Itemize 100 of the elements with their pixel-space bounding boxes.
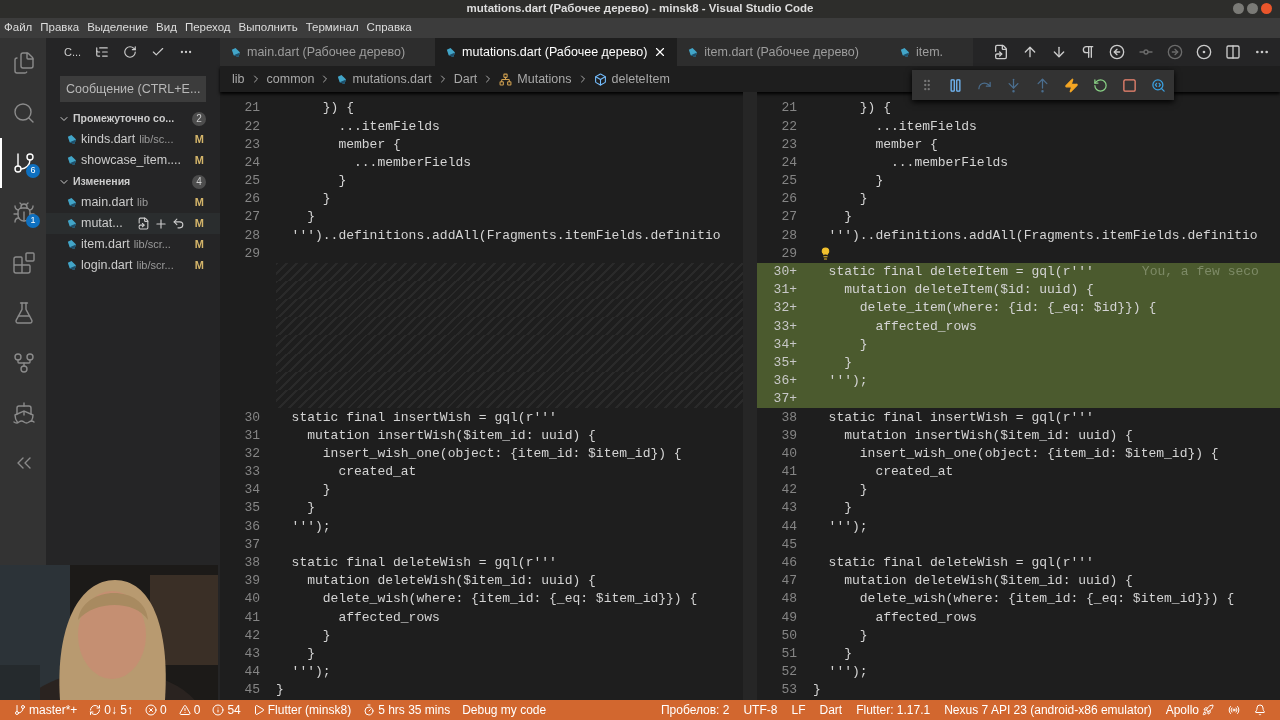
status-item[interactable]: Nexus 7 API 23 (android-x86 emulator) (944, 701, 1152, 719)
open-file-icon[interactable] (136, 217, 150, 230)
code-line: mutation deleteWish($item_id: uuid) { (306, 572, 596, 591)
menu-item[interactable]: Правка (40, 19, 80, 37)
open-file-icon[interactable] (993, 44, 1009, 60)
status-item[interactable]: master*+ (14, 701, 78, 719)
menu-item[interactable]: Терминал (305, 19, 359, 37)
step-out-icon[interactable] (1035, 77, 1050, 93)
line-number: 26 (781, 190, 797, 209)
line-number: 26 (244, 190, 260, 209)
group-label: Промежуточно со... (73, 110, 176, 126)
pause-icon[interactable] (948, 77, 963, 93)
code-line: delete_wish(where: {item_id: {_eq: $item_id}}) { (858, 590, 1235, 609)
breadcrumb-item[interactable]: Mutations (517, 69, 572, 89)
code-line: } (337, 172, 347, 191)
menu-item[interactable]: Вид (156, 19, 177, 37)
line-number: 38 (244, 554, 260, 573)
stage-icon[interactable] (153, 216, 168, 231)
line-number: 52 (781, 663, 797, 682)
error-icon (145, 704, 158, 716)
code-line: } (858, 481, 868, 500)
status-item[interactable]: Dart (819, 701, 843, 719)
discard-icon[interactable] (171, 217, 185, 230)
pilcrow-icon[interactable] (1080, 44, 1096, 60)
status-item[interactable]: Apollo (1165, 701, 1214, 719)
back-icon[interactable] (1109, 44, 1125, 60)
menu-item[interactable]: Файл (4, 19, 33, 37)
breadcrumb-item[interactable]: Dart (453, 69, 478, 89)
line-number: 28 (244, 226, 260, 245)
circle-icon[interactable] (1196, 44, 1212, 60)
breadcrumb-item[interactable]: deleteItem (611, 69, 670, 89)
tree-icon[interactable] (95, 45, 110, 59)
status-item[interactable] (1228, 704, 1240, 716)
status-item[interactable]: Debug my code (462, 701, 547, 719)
status-item[interactable]: 0 (178, 701, 201, 719)
file-path: lib/scr... (136, 258, 174, 274)
file-name: main.dart (81, 194, 134, 212)
status-item[interactable]: Пробелов: 2 (660, 701, 730, 719)
line-number: 27 (244, 208, 260, 227)
editor-tab[interactable]: mutations.dart (Рабочее дерево) (435, 38, 678, 66)
step-into-icon[interactable] (1006, 77, 1021, 93)
menu-item[interactable]: Выполнить (238, 19, 298, 37)
file-name: kinds.dart (81, 131, 136, 149)
file-item[interactable]: mutat... M (46, 213, 220, 234)
line-number: 45 (244, 681, 260, 700)
stop-icon[interactable] (1122, 77, 1137, 93)
code-line: } (321, 626, 331, 645)
file-name: item.dart (81, 236, 130, 254)
breadcrumb-item[interactable]: common (266, 69, 315, 89)
code-line: '''); (827, 372, 868, 391)
split-icon[interactable] (1225, 44, 1241, 60)
rocket-icon (1202, 704, 1214, 716)
refresh-icon[interactable] (123, 45, 138, 59)
file-item[interactable]: item.dart lib/scr... M (46, 234, 220, 255)
menu-item[interactable]: Переход (184, 19, 231, 37)
editor-tab[interactable]: item. (888, 38, 974, 66)
lightbulb-icon[interactable] (819, 247, 832, 261)
group-header[interactable]: Промежуточно со... 2 (46, 108, 220, 129)
menu-item[interactable]: Выделение (87, 19, 149, 37)
count-badge: 2 (192, 111, 206, 126)
activity-button[interactable]: 1 (0, 188, 46, 238)
file-item[interactable]: kinds.dart lib/sc... M (46, 129, 220, 150)
status-item[interactable]: LF (791, 701, 806, 719)
maximize-button[interactable] (1247, 3, 1258, 14)
status-item[interactable]: 0 (145, 701, 167, 719)
editor-tab[interactable]: item.dart (Рабочее дерево) (677, 38, 889, 66)
menu-item[interactable]: Справка (366, 19, 412, 37)
close-button[interactable] (1261, 3, 1272, 14)
inspect-icon[interactable] (1151, 77, 1166, 93)
status-item[interactable]: 54 (212, 701, 241, 719)
forward-icon[interactable] (1167, 44, 1183, 60)
status-item[interactable]: UTF-8 (743, 701, 778, 719)
pane-scrollbar[interactable] (743, 92, 757, 700)
breadcrumb-item[interactable]: lib (232, 69, 245, 89)
status-item[interactable] (1254, 704, 1266, 716)
sidebar-title: С... (64, 44, 82, 60)
minimize-button[interactable] (1233, 3, 1244, 14)
editor-tab[interactable]: main.dart (Рабочее дерево) (220, 38, 436, 66)
commit-icon[interactable] (151, 45, 166, 59)
breadcrumb-item[interactable]: mutations.dart (352, 69, 432, 89)
file-name: showcase_item.... (81, 152, 182, 170)
lightning-icon[interactable] (1064, 77, 1079, 93)
file-item[interactable]: login.dart lib/scr... M (46, 255, 220, 276)
line-number: 35+ (773, 353, 797, 372)
dart-file-icon (66, 155, 77, 166)
message-field[interactable]: Сообщение (CTRL+E... (60, 76, 206, 102)
line-number: 41 (244, 608, 260, 627)
code-line: delete_item(where: {id: {_eq: $id}}) { (858, 299, 1157, 318)
status-item[interactable]: Flutter (minsk8) (252, 701, 352, 719)
file-item[interactable]: main.dart lib M (46, 192, 220, 213)
status-item[interactable]: 5 hrs 35 mins (363, 701, 451, 719)
restart-icon[interactable] (1093, 77, 1108, 93)
code-line: } (858, 335, 868, 354)
line-number: 42 (781, 481, 797, 500)
status-item[interactable]: Flutter: 1.17.1 (856, 701, 931, 719)
status-item[interactable]: 0↓ 5↑ (89, 701, 134, 719)
file-item[interactable]: showcase_item.... M (46, 150, 220, 171)
group-header[interactable]: Изменения 4 (46, 171, 220, 192)
code-line: } (843, 499, 852, 518)
line-number: 33 (244, 463, 260, 482)
